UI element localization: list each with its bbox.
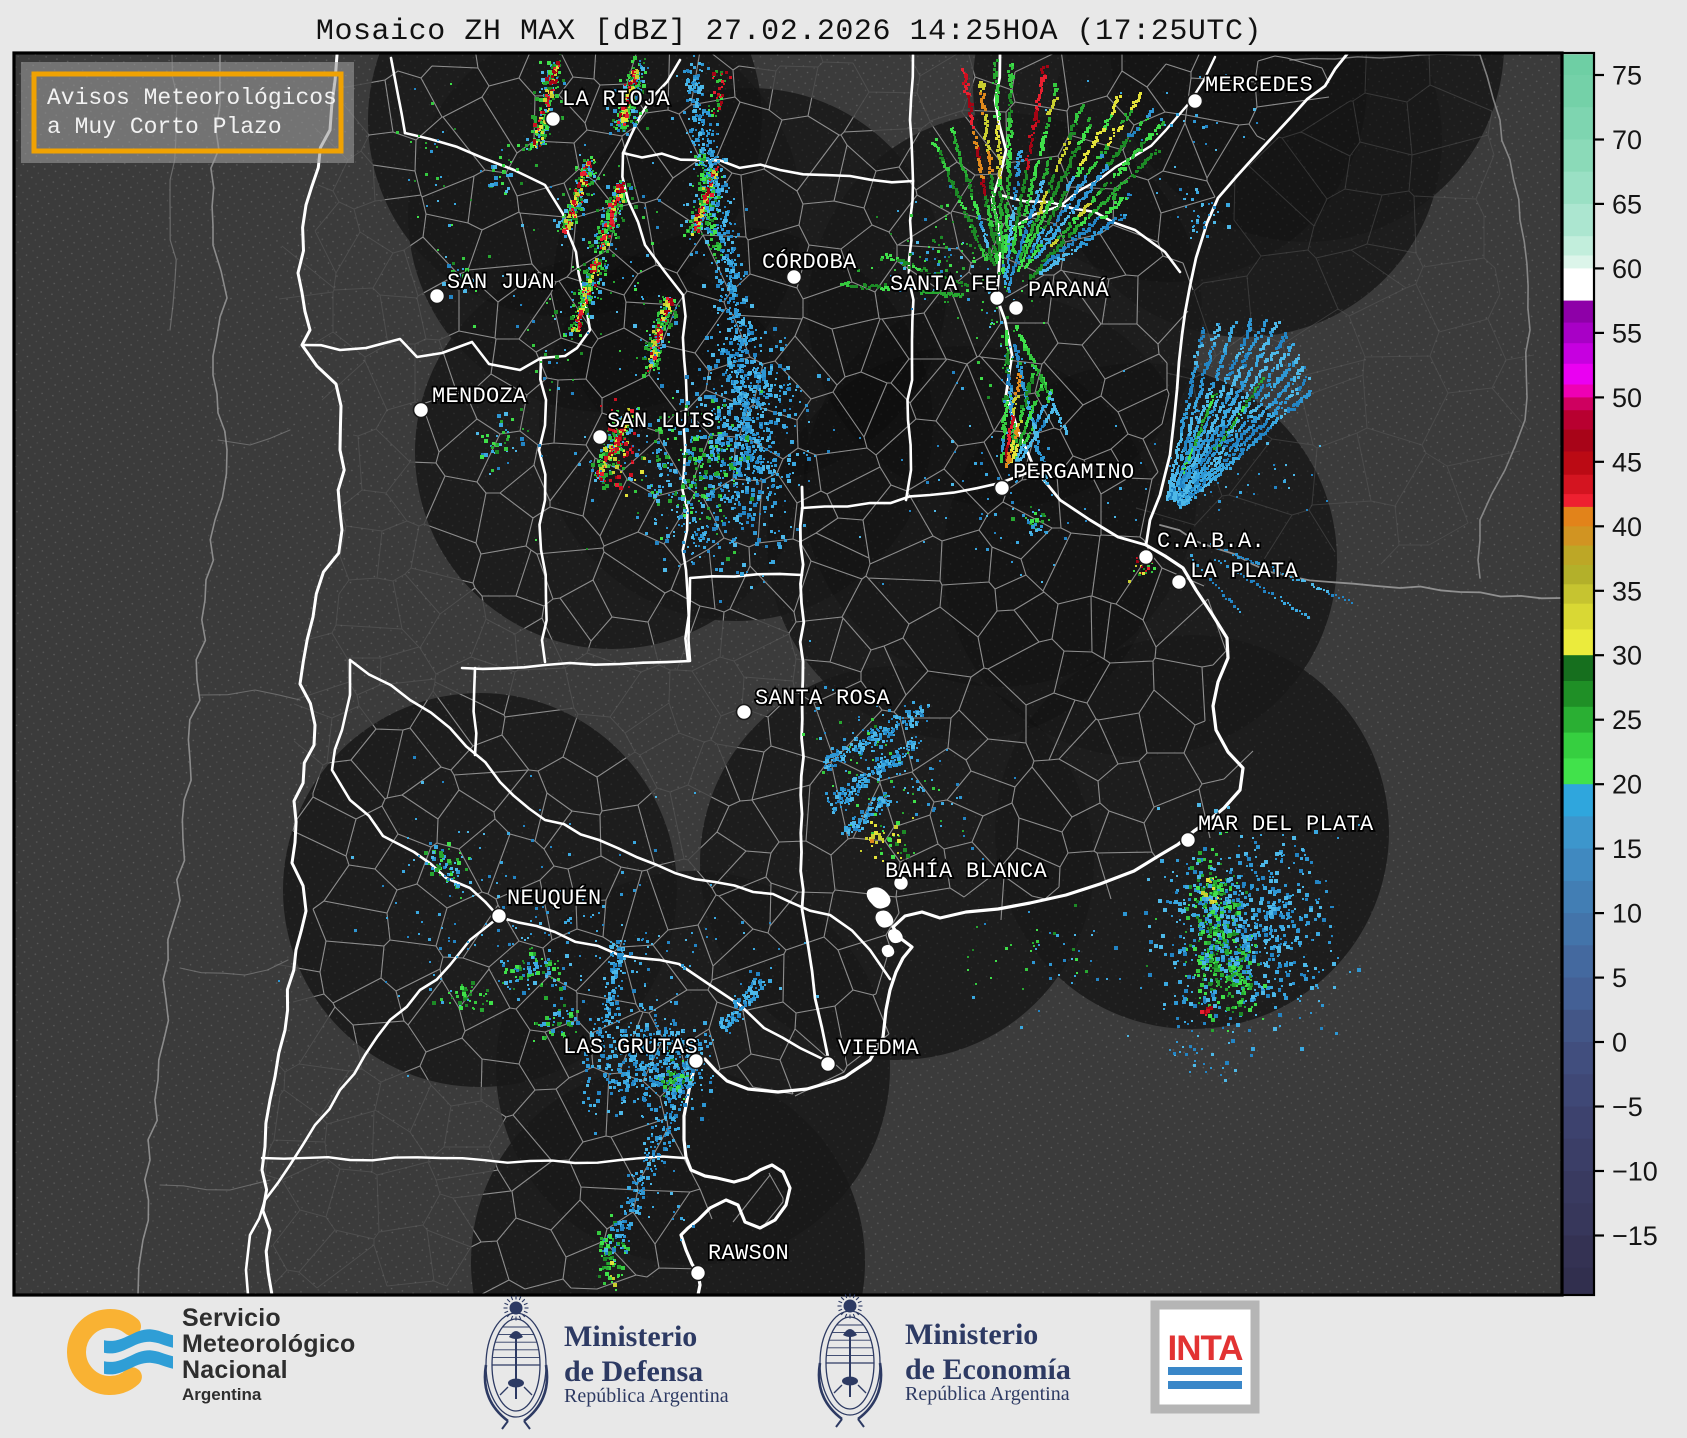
svg-text:50: 50 [1612, 383, 1642, 413]
svg-text:Meteorológico: Meteorológico [182, 1330, 355, 1358]
svg-text:PERGAMINO: PERGAMINO [1013, 460, 1135, 485]
svg-text:SAN LUIS: SAN LUIS [607, 409, 715, 434]
svg-text:República Argentina: República Argentina [905, 1383, 1070, 1405]
svg-text:INTA: INTA [1167, 1329, 1243, 1368]
svg-text:SANTA ROSA: SANTA ROSA [755, 686, 891, 711]
svg-text:LAS GRUTAS: LAS GRUTAS [563, 1035, 698, 1060]
svg-text:RAWSON: RAWSON [708, 1241, 789, 1266]
svg-text:Avisos Meteorológicos: Avisos Meteorológicos [47, 85, 337, 111]
svg-text:10: 10 [1612, 899, 1642, 929]
svg-text:de Economía: de Economía [905, 1353, 1071, 1386]
svg-text:45: 45 [1612, 447, 1642, 477]
svg-text:Ministerio: Ministerio [564, 1320, 697, 1353]
svg-text:Nacional: Nacional [182, 1356, 288, 1384]
svg-text:35: 35 [1612, 576, 1642, 606]
svg-text:NEUQUÉN: NEUQUÉN [507, 885, 602, 911]
svg-text:Servicio: Servicio [182, 1304, 281, 1332]
svg-text:SANTA FE: SANTA FE [890, 272, 998, 297]
svg-text:CÓRDOBA: CÓRDOBA [762, 249, 857, 275]
svg-text:SAN JUAN: SAN JUAN [447, 270, 555, 295]
svg-text:República Argentina: República Argentina [564, 1385, 729, 1407]
svg-text:60: 60 [1612, 254, 1642, 284]
svg-text:PARANÁ: PARANÁ [1028, 277, 1110, 303]
svg-text:75: 75 [1612, 61, 1642, 91]
svg-text:25: 25 [1612, 705, 1642, 735]
svg-text:15: 15 [1612, 834, 1642, 864]
svg-text:LA PLATA: LA PLATA [1190, 559, 1299, 584]
svg-text:−15: −15 [1612, 1221, 1658, 1251]
svg-text:20: 20 [1612, 770, 1642, 800]
svg-text:VIEDMA: VIEDMA [838, 1036, 920, 1061]
svg-text:55: 55 [1612, 318, 1642, 348]
svg-text:Argentina: Argentina [182, 1385, 262, 1404]
svg-text:Ministerio: Ministerio [905, 1318, 1038, 1351]
svg-text:−5: −5 [1612, 1092, 1643, 1122]
svg-text:−10: −10 [1612, 1157, 1658, 1187]
svg-text:MERCEDES: MERCEDES [1205, 73, 1313, 98]
svg-text:MENDOZA: MENDOZA [432, 384, 527, 409]
svg-text:a Muy Corto Plazo: a Muy Corto Plazo [47, 114, 282, 140]
svg-text:MAR DEL PLATA: MAR DEL PLATA [1198, 812, 1374, 837]
svg-text:0: 0 [1612, 1028, 1627, 1058]
svg-text:C.A.B.A.: C.A.B.A. [1157, 529, 1265, 554]
svg-text:5: 5 [1612, 963, 1627, 993]
svg-text:de Defensa: de Defensa [564, 1355, 703, 1388]
svg-text:Mosaico ZH MAX [dBZ] 27.02.202: Mosaico ZH MAX [dBZ] 27.02.2026 14:25HOA… [316, 15, 1262, 49]
svg-text:BAHÍA BLANCA: BAHÍA BLANCA [885, 858, 1048, 884]
svg-text:LA RIOJA: LA RIOJA [562, 87, 671, 112]
svg-text:40: 40 [1612, 512, 1642, 542]
svg-text:30: 30 [1612, 641, 1642, 671]
svg-text:70: 70 [1612, 125, 1642, 155]
svg-text:65: 65 [1612, 189, 1642, 219]
